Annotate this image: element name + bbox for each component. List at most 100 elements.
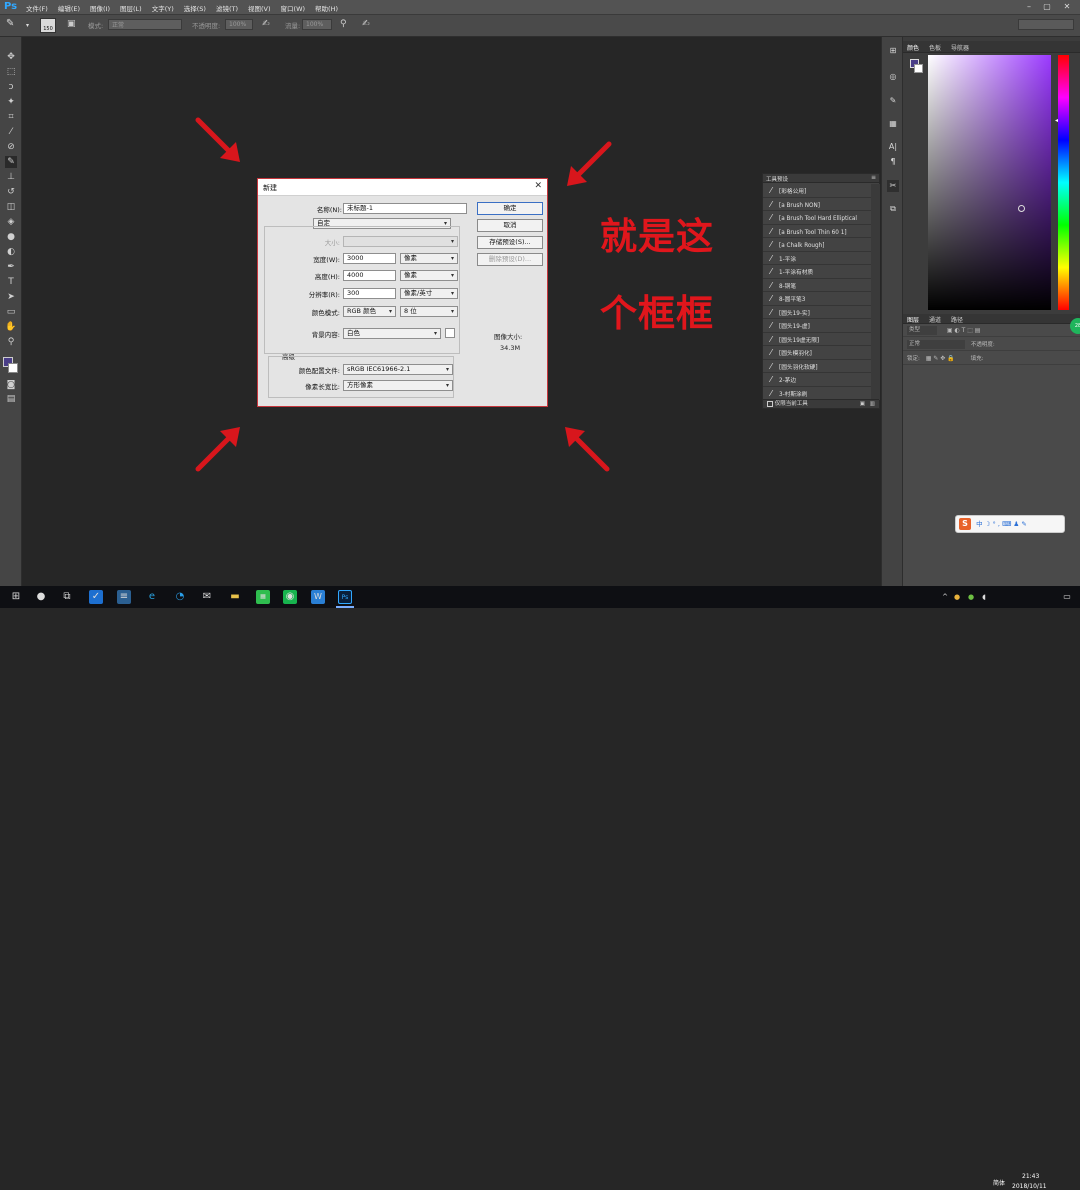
hue-slider[interactable] xyxy=(1058,55,1069,310)
adjust-icon[interactable]: ⧉ xyxy=(887,203,899,215)
size-select[interactable]: ▾ xyxy=(343,236,458,247)
rectangle-tool-icon[interactable]: ▭ xyxy=(5,306,17,318)
tray-icon[interactable]: ● xyxy=(950,590,964,604)
hue-slider-handle[interactable]: ◂ xyxy=(1055,117,1058,124)
workspace-switcher[interactable] xyxy=(1018,19,1074,30)
pen-tool-icon[interactable]: ✒ xyxy=(5,261,17,273)
clock-time[interactable]: 21:43 xyxy=(1022,1173,1039,1180)
pressure-size-icon[interactable]: ✍ xyxy=(362,19,370,29)
move-tool-icon[interactable]: ✥ xyxy=(5,51,17,63)
pixel-aspect-select[interactable]: 方形像素 ▾ xyxy=(343,380,453,391)
width-unit-select[interactable]: 像素 ▾ xyxy=(400,253,458,264)
background-color-swatch[interactable] xyxy=(914,64,923,73)
menu-type[interactable]: 文字(Y) xyxy=(152,3,174,13)
airbrush-icon[interactable]: ⚲ xyxy=(340,19,347,29)
background-color-swatch[interactable] xyxy=(445,328,455,338)
kind-filter-select[interactable]: 类型 xyxy=(907,326,937,335)
bit-depth-select[interactable]: 8 位 ▾ xyxy=(400,306,458,317)
path-select-icon[interactable]: ➤ xyxy=(5,291,17,303)
flow-field[interactable]: 100% xyxy=(302,19,332,30)
maximize-icon[interactable]: ▢ xyxy=(1040,1,1054,12)
zoom-tool-icon[interactable]: ⚲ xyxy=(5,336,17,348)
list-item[interactable]: ⁄ [圆头羽化软硬] xyxy=(763,360,871,373)
list-item[interactable]: ⁄ [a Chalk Rough] xyxy=(763,238,871,252)
ime-toolbar[interactable]: S 中 ☽ ° , ⌨ ♟ ✎ xyxy=(955,515,1065,533)
app-icon[interactable]: ▦ xyxy=(256,590,270,604)
lock-icons[interactable]: ▦ ✎ ✥ 🔒 xyxy=(926,355,955,362)
tab-swatches[interactable]: 色板 xyxy=(929,43,941,52)
save-preset-button[interactable]: 存储预设(S)... xyxy=(477,236,543,249)
list-item[interactable]: ⁄ 3-村斯涂刷 xyxy=(763,387,871,400)
mode-select[interactable]: 正常 xyxy=(108,19,182,30)
ok-button[interactable]: 确定 xyxy=(477,202,543,215)
windows-start-icon[interactable]: ⊞ xyxy=(9,590,23,604)
word-icon[interactable]: W xyxy=(311,590,325,604)
clock-date[interactable]: 2018/10/11 xyxy=(1012,1183,1047,1190)
paragraph-icon[interactable]: ¶ xyxy=(887,156,899,168)
list-item[interactable]: ⁄ 1-平涂有材质 xyxy=(763,265,871,279)
brush-size-preview[interactable]: 150 xyxy=(40,18,56,33)
character-icon[interactable]: A| xyxy=(887,141,899,153)
menu-edit[interactable]: 编辑(E) xyxy=(58,3,80,13)
list-item[interactable]: ⁄ [a Brush Tool Hard Elliptical xyxy=(763,211,871,225)
task-view-icon[interactable]: ⧉ xyxy=(60,590,74,604)
profile-select[interactable]: sRGB IEC61966-2.1 ▾ xyxy=(343,364,453,375)
history-brush-icon[interactable]: ↺ xyxy=(5,186,17,198)
list-item[interactable]: ⁄ [a Brush NON] xyxy=(763,198,871,211)
folder-icon[interactable]: ▬ xyxy=(228,590,242,604)
list-item[interactable]: ⁄ 1-平涂 xyxy=(763,252,871,265)
app-icon[interactable]: ✓ xyxy=(89,590,103,604)
minimize-icon[interactable]: – xyxy=(1022,1,1036,12)
list-item[interactable]: ⁄ [圆头19-虚] xyxy=(763,319,871,333)
healing-brush-icon[interactable]: ⊘ xyxy=(5,141,17,153)
app-icon[interactable]: ≡ xyxy=(117,590,131,604)
swatches-icon[interactable]: ▦ xyxy=(887,118,899,130)
menu-image[interactable]: 图像(I) xyxy=(90,3,110,13)
screen-mode-icon[interactable]: ▤ xyxy=(5,393,17,405)
list-item[interactable]: ⁄ [a Brush Tool Thin 60 1] xyxy=(763,225,871,238)
list-item[interactable]: ⁄ [圆头19-实] xyxy=(763,306,871,319)
list-item[interactable]: ⁄ [彩格公用] xyxy=(763,184,871,198)
tab-layers[interactable]: 图层 xyxy=(907,315,919,324)
brush-panel-icon[interactable]: ▣ xyxy=(67,19,79,31)
list-item[interactable]: ⁄ [圆头模羽化] xyxy=(763,346,871,360)
current-tool-only-checkbox[interactable] xyxy=(767,400,773,407)
edge-icon[interactable]: e xyxy=(145,590,159,604)
volume-icon[interactable]: ◖ xyxy=(977,590,991,604)
trash-icon[interactable]: ▥ xyxy=(870,400,875,409)
color-picker-handle[interactable] xyxy=(1018,205,1025,212)
wechat-icon[interactable]: ◉ xyxy=(283,590,297,604)
tab-navigator[interactable]: 导航器 xyxy=(951,43,969,52)
tool-presets-icon[interactable]: ✂ xyxy=(887,180,899,192)
menu-filter[interactable]: 滤镜(T) xyxy=(216,3,238,13)
panel-menu-icon[interactable]: ≡ xyxy=(871,174,876,181)
width-input[interactable]: 3000 xyxy=(343,253,396,264)
color-picker-field[interactable] xyxy=(928,55,1051,310)
pressure-opacity-icon[interactable]: ✍ xyxy=(262,19,270,29)
menu-window[interactable]: 窗口(W) xyxy=(281,3,306,13)
close-icon[interactable]: ✕ xyxy=(1060,1,1074,12)
lasso-tool-icon[interactable]: ↄ xyxy=(5,81,17,93)
tray-icon[interactable]: ● xyxy=(964,590,978,604)
menu-file[interactable]: 文件(F) xyxy=(26,3,48,13)
blur-tool-icon[interactable]: ● xyxy=(5,231,17,243)
brush-panel-icon[interactable]: ✎ xyxy=(887,95,899,107)
filter-icons[interactable]: ▣ ◐ T ⬚ ▤ xyxy=(947,327,981,334)
eyedropper-icon[interactable]: ⁄ xyxy=(5,126,17,138)
height-input[interactable]: 4000 xyxy=(343,270,396,281)
tab-paths[interactable]: 路径 xyxy=(951,315,963,324)
hand-tool-icon[interactable]: ✋ xyxy=(5,321,17,333)
menu-layer[interactable]: 图层(L) xyxy=(120,3,142,13)
magic-wand-icon[interactable]: ✦ xyxy=(5,96,17,108)
quick-mask-icon[interactable]: ◙ xyxy=(5,379,17,391)
new-preset-icon[interactable]: ▣ xyxy=(860,400,865,409)
mail-icon[interactable]: ✉ xyxy=(200,590,214,604)
dodge-tool-icon[interactable]: ◐ xyxy=(5,246,17,258)
cancel-button[interactable]: 取消 xyxy=(477,219,543,232)
stamp-tool-icon[interactable]: ⊥ xyxy=(5,171,17,183)
background-select[interactable]: 白色 ▾ xyxy=(343,328,441,339)
menu-help[interactable]: 帮助(H) xyxy=(315,3,338,13)
brush-tool-icon[interactable]: ✎ xyxy=(5,156,17,168)
resolution-input[interactable]: 300 xyxy=(343,288,396,299)
eraser-icon[interactable]: ◫ xyxy=(5,201,17,213)
